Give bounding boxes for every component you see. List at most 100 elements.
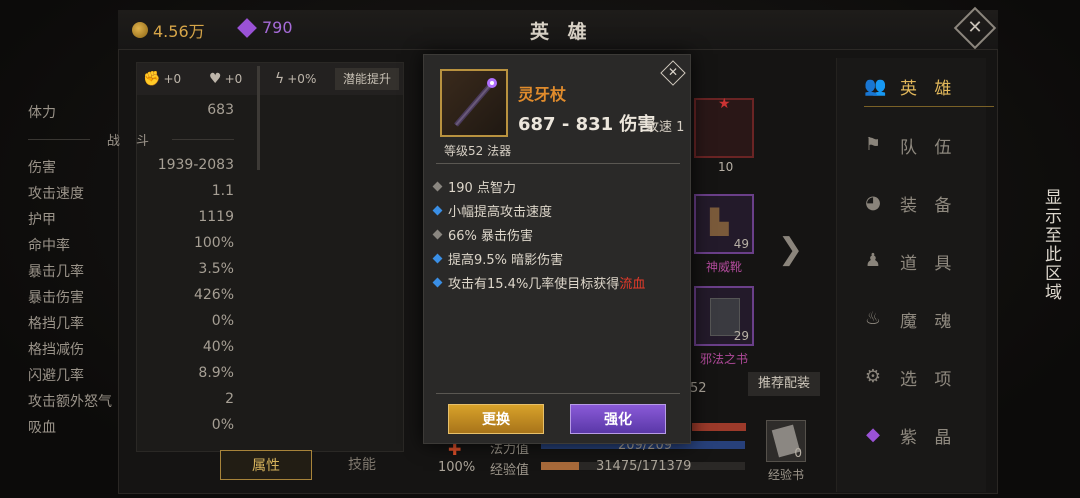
stat-value: 0% (211, 313, 234, 329)
gem-amount: 790 (262, 18, 293, 37)
affix-text: 190 点智力 (448, 181, 516, 196)
stat-row: 吸血 0% (28, 417, 234, 437)
game-screen: 4.56万 790 英 雄 ✕ ✊ +0 ♥ +0 ϟ +0% 潜能提升 体力 … (0, 0, 1080, 498)
gold-amount: 4.56万 (153, 22, 205, 41)
stat-row: 护甲 1119 (28, 209, 234, 229)
nav-item[interactable]: ♟ 道 具 (864, 241, 994, 281)
potential-button[interactable]: 潜能提升 (335, 68, 399, 90)
affix-bleed-text: 流血 (619, 277, 646, 292)
item-level-type: 等级52 法器 (444, 144, 512, 158)
stat-row: 暴击几率 3.5% (28, 261, 234, 281)
star-icon: ★ (718, 96, 731, 112)
stat-value: 8.9% (198, 365, 234, 381)
stat-row: 命中率 100% (28, 235, 234, 255)
tab-skills[interactable]: 技能 (316, 450, 408, 480)
stat-label: 护甲 (28, 212, 56, 228)
stat-label: 体力 (28, 105, 56, 121)
stat-label: 暴击几率 (28, 264, 84, 280)
nav-item[interactable]: ⚑ 队 伍 (864, 125, 994, 165)
nav-label: 选 项 (900, 369, 958, 390)
hero-icon: 👥 (864, 75, 893, 97)
equip-slot-boots[interactable]: ▙ 49 (694, 194, 754, 254)
enhance-button[interactable]: 强化 (570, 404, 666, 434)
slot-name: 神威靴 (705, 260, 742, 274)
nav-item[interactable]: ◕ 装 备 (864, 183, 994, 223)
gold-counter: 4.56万 (132, 18, 205, 42)
tooltip-close-button[interactable]: ✕ (660, 60, 686, 86)
nav-item[interactable]: ◆ 紫 晶 (864, 415, 994, 455)
nav-label: 英 雄 (900, 79, 958, 99)
heart-icon: ♥ (209, 71, 222, 87)
divider (436, 393, 680, 394)
stat-row: 暴击伤害 426% (28, 287, 234, 307)
diamond-icon (432, 277, 443, 288)
slot-name: 邪法之书 (699, 352, 748, 366)
gem-icon (237, 17, 257, 38)
scrollbar[interactable] (257, 66, 260, 170)
stat-value: 426% (193, 287, 234, 303)
chevron-right-icon[interactable]: ❯ (778, 232, 803, 267)
stat-value: 3.5% (198, 261, 234, 277)
slot-count: 49 (733, 237, 749, 251)
item-name: 灵牙杖 (518, 85, 567, 104)
xp-book-slot[interactable]: 0 (766, 420, 806, 462)
item-damage: 687 - 831 伤害 (518, 114, 656, 135)
slot-count: 29 (733, 329, 749, 343)
flame-icon: ♨ (864, 308, 888, 329)
diamond-icon (432, 229, 443, 240)
item-tooltip: ✕ 灵牙杖 687 - 831 伤害 攻速 1 等级52 法器 190 点智力 … (423, 54, 691, 444)
stat-row-stamina: 体力 683 (28, 102, 234, 122)
nav-label: 装 备 (900, 195, 958, 216)
stat-value: 40% (202, 339, 234, 355)
partial-number: 52 (690, 381, 707, 396)
section-title: 战 斗 (28, 130, 234, 149)
boots-icon: ▙ (710, 208, 729, 236)
affix-text: 提高9.5% 暗影伤害 (448, 253, 564, 268)
stat-label: 伤害 (28, 160, 56, 176)
speed-stat: ϟ +0% (275, 71, 335, 87)
helmet-icon: ◕ (865, 192, 887, 213)
crystal-icon: ◆ (866, 424, 886, 445)
equip-slot-book[interactable]: 29 (694, 286, 754, 346)
affix-text: 小幅提高攻击速度 (448, 205, 553, 220)
side-label: 显示至此区域 (1041, 188, 1061, 302)
health-bar (692, 423, 746, 431)
stat-label: 暴击伤害 (28, 290, 84, 306)
stat-value: 1119 (198, 209, 234, 225)
stat-label: 格挡减伤 (28, 342, 84, 358)
affix-row: 小幅提高攻击速度 (432, 201, 553, 220)
diamond-icon (432, 253, 443, 264)
strength-value: +0 (163, 72, 182, 86)
xp-bar-fill (541, 462, 579, 470)
stat-label: 格挡几率 (28, 316, 84, 332)
stat-label: 闪避几率 (28, 368, 84, 384)
item-icon-frame (440, 69, 508, 137)
stat-label: 攻击速度 (28, 186, 84, 202)
nav-label: 队 伍 (900, 137, 958, 158)
stat-row: 伤害 1939-2083 (28, 157, 234, 177)
stat-value: 1.1 (211, 183, 234, 199)
gear-icon: ⚙ (864, 366, 888, 387)
close-icon: ✕ (967, 17, 983, 38)
nav-label: 魔 魂 (900, 311, 958, 332)
nav-item[interactable]: ⚙ 选 项 (864, 357, 994, 397)
equip-slot-top[interactable]: ★ 10 (694, 96, 754, 174)
stat-value: 0% (211, 417, 234, 433)
divider (436, 163, 680, 164)
xp-label: 经验值 (490, 463, 530, 478)
tab-attributes[interactable]: 属性 (220, 450, 312, 480)
close-icon: ✕ (667, 64, 679, 79)
diamond-icon (432, 181, 443, 192)
flag-icon: ⚑ (864, 134, 888, 155)
stat-label: 命中率 (28, 238, 70, 254)
recommend-button[interactable]: 推荐配装 (748, 372, 820, 396)
stat-row: 闪避几率 8.9% (28, 365, 234, 385)
nav-item[interactable]: 👥 英 雄 (864, 67, 994, 107)
stat-row: 格挡减伤 40% (28, 339, 234, 359)
slot-count: 10 (718, 160, 734, 174)
stat-value: 683 (207, 102, 234, 118)
nav-label: 紫 晶 (900, 427, 958, 448)
affix-row: 攻击有15.4%几率使目标获得 流血 (432, 273, 646, 292)
replace-button[interactable]: 更换 (448, 404, 544, 434)
nav-item[interactable]: ♨ 魔 魂 (864, 299, 994, 339)
